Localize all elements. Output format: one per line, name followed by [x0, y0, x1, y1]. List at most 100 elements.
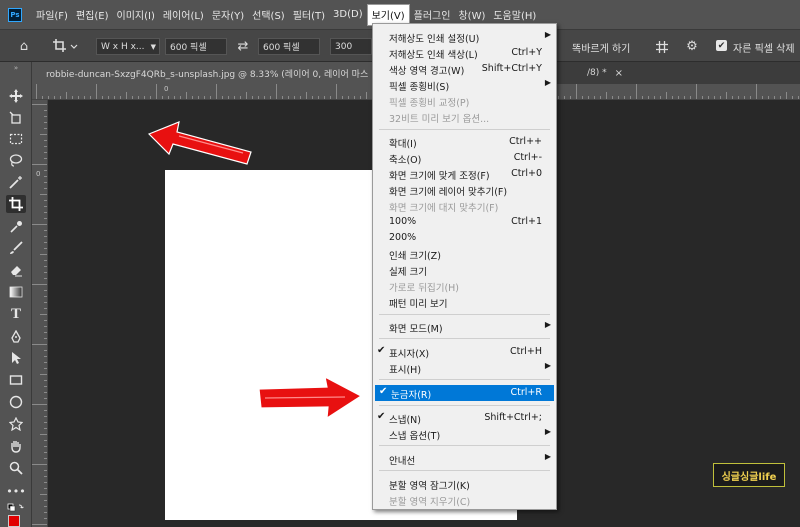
- grid-overlay-icon[interactable]: [652, 38, 672, 55]
- ruler-tick: [138, 96, 139, 99]
- ruler-tick: [44, 386, 47, 387]
- menu-type[interactable]: 문자(Y): [208, 4, 248, 26]
- ruler-tick: [144, 96, 145, 99]
- default-colors-icon[interactable]: [6, 502, 26, 514]
- ruler-tick: [234, 96, 235, 99]
- marquee-tool-icon[interactable]: [6, 130, 26, 148]
- menu-item-rulers[interactable]: ✔ 눈금자(R) Ctrl+R: [375, 385, 554, 401]
- move-tool-icon[interactable]: [6, 87, 26, 105]
- resolution-input[interactable]: 300: [330, 38, 372, 55]
- close-tab-icon[interactable]: ×: [615, 68, 623, 79]
- ruler-left-zero: 0: [36, 170, 41, 178]
- hand-tool-icon[interactable]: [6, 437, 26, 455]
- menu-item-proof-colors[interactable]: 저해상도 인쇄 색상(L) Ctrl+Y: [373, 45, 556, 61]
- ruler-tick: [32, 284, 47, 285]
- ruler-tick: [594, 96, 595, 99]
- menu-item-guides[interactable]: 안내선 ▶: [373, 451, 556, 467]
- magic-wand-tool-icon[interactable]: [6, 173, 26, 191]
- menu-item-extras[interactable]: ✔ 표시자(X) Ctrl+H: [373, 344, 556, 360]
- ruler-tick: [44, 512, 47, 513]
- gear-icon[interactable]: ⚙: [682, 38, 702, 55]
- straighten-button[interactable]: 똑바르게 하기: [572, 40, 630, 55]
- menu-separator: [379, 314, 550, 315]
- ruler-tick: [228, 96, 229, 99]
- panel-collapse-icon[interactable]: »: [6, 64, 26, 72]
- gradient-tool-icon[interactable]: [6, 283, 26, 301]
- zoom-tool-icon[interactable]: [6, 459, 26, 477]
- eyedropper-tool-icon[interactable]: [6, 218, 26, 236]
- menu-separator: [379, 470, 550, 471]
- rectangle-tool-icon[interactable]: [6, 371, 26, 389]
- width-input[interactable]: 600 픽셀: [165, 38, 227, 55]
- height-input[interactable]: 600 픽셀: [258, 38, 320, 55]
- menu-item-snap[interactable]: ✔ 스냅(N) Shift+Ctrl+;: [373, 410, 556, 426]
- menu-item-lock-slices[interactable]: 분할 영역 잠그기(K): [373, 476, 556, 492]
- menu-item-fit-layer[interactable]: 화면 크기에 레이어 맞추기(F): [373, 182, 556, 198]
- ruler-tick: [44, 182, 47, 183]
- menu-item-zoom-in[interactable]: 확대(I) Ctrl++: [373, 134, 556, 150]
- ruler-tick: [54, 96, 55, 99]
- menu-item-pixel-aspect-ratio[interactable]: 픽셀 종횡비(S) ▶: [373, 77, 556, 93]
- document-tab-suffix[interactable]: /8) * ×: [587, 62, 623, 84]
- ruler-tick: [40, 494, 47, 495]
- menu-layer[interactable]: 레이어(L): [159, 4, 208, 26]
- ruler-tick: [558, 96, 559, 99]
- menu-edit[interactable]: 편집(E): [72, 4, 113, 26]
- ruler-tick: [44, 272, 47, 273]
- custom-shape-tool-icon[interactable]: [6, 415, 26, 433]
- crop-tool-preset-icon[interactable]: [50, 37, 80, 55]
- lasso-tool-icon[interactable]: [6, 151, 26, 169]
- ruler-tick: [44, 152, 47, 153]
- more-tools-icon[interactable]: •••: [6, 482, 26, 500]
- vertical-ruler[interactable]: 0: [32, 100, 48, 527]
- menu-item-gamut-warning[interactable]: 색상 영역 경고(W) Shift+Ctrl+Y: [373, 61, 556, 77]
- menu-item-100-percent[interactable]: 100% Ctrl+1: [373, 214, 556, 230]
- menu-filter[interactable]: 필터(T): [289, 4, 329, 26]
- menu-item-snap-to[interactable]: 스냅 옵션(T) ▶: [373, 426, 556, 442]
- home-icon[interactable]: ⌂: [14, 38, 34, 55]
- artboard-tool-icon[interactable]: [6, 109, 26, 127]
- submenu-arrow-icon: ▶: [544, 30, 551, 39]
- brush-tool-icon[interactable]: [6, 239, 26, 257]
- ruler-tick: [684, 96, 685, 99]
- menu-item-print-size[interactable]: 인쇄 크기(Z): [373, 246, 556, 262]
- menu-item-screen-mode[interactable]: 화면 모드(M) ▶: [373, 319, 556, 335]
- type-tool-icon[interactable]: T: [6, 305, 26, 323]
- menu-item-proof-setup[interactable]: 저해상도 인쇄 설정(U) ▶: [373, 29, 556, 45]
- pen-tool-icon[interactable]: [6, 328, 26, 346]
- ratio-select[interactable]: W x H x... ▼: [96, 38, 160, 55]
- menu-item-flip-horizontal: 가로로 뒤집기(H): [389, 283, 460, 294]
- ruler-tick: [78, 96, 79, 99]
- menu-separator: [379, 445, 550, 446]
- ruler-tick: [44, 230, 47, 231]
- menu-file[interactable]: 파일(F): [32, 4, 72, 26]
- ruler-tick: [44, 266, 47, 267]
- ruler-tick: [44, 188, 47, 189]
- ruler-tick: [44, 350, 47, 351]
- crop-tool-icon[interactable]: [6, 195, 26, 213]
- submenu-arrow-icon: ▶: [544, 427, 551, 436]
- menu-item-actual-size[interactable]: 실제 크기: [373, 262, 556, 278]
- menu-item-zoom-out[interactable]: 축소(O) Ctrl+-: [373, 150, 556, 166]
- menu-3d[interactable]: 3D(D): [329, 4, 367, 26]
- menu-item-pattern-preview[interactable]: 패턴 미리 보기: [373, 294, 556, 310]
- document-tab[interactable]: robbie-duncan-SxzgF4QRb_s-unsplash.jpg @…: [32, 62, 372, 84]
- menu-item-fit-artboard: 화면 크기에 대지 맞추기(F): [389, 203, 499, 214]
- menu-item-show[interactable]: 표시(H) ▶: [373, 360, 556, 376]
- menu-select[interactable]: 선택(S): [248, 4, 289, 26]
- swap-icon[interactable]: ⇄: [233, 38, 253, 55]
- delete-cropped-checkbox[interactable]: ✔: [716, 40, 727, 51]
- ruler-tick: [48, 96, 49, 99]
- path-selection-tool-icon[interactable]: [6, 349, 26, 367]
- menu-item-200-percent[interactable]: 200%: [373, 230, 556, 246]
- ruler-tick: [44, 158, 47, 159]
- foreground-color-swatch[interactable]: [8, 515, 20, 527]
- checkmark-icon: ✔: [377, 411, 386, 422]
- menu-item-fit-on-screen[interactable]: 화면 크기에 맞게 조정(F) Ctrl+0: [373, 166, 556, 182]
- ruler-tick: [32, 164, 47, 165]
- ellipse-tool-icon[interactable]: [6, 393, 26, 411]
- ruler-tick: [44, 368, 47, 369]
- ruler-tick: [44, 296, 47, 297]
- eraser-tool-icon[interactable]: [6, 261, 26, 279]
- menu-image[interactable]: 이미지(I): [113, 4, 159, 26]
